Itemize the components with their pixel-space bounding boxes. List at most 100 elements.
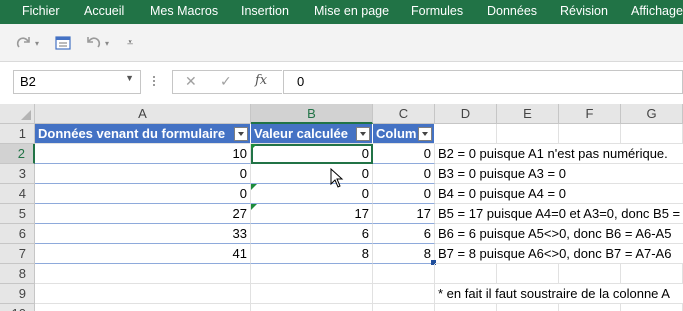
column-header-g[interactable]: G bbox=[621, 104, 683, 124]
column-header-a[interactable]: A bbox=[35, 104, 251, 124]
column-header-c[interactable]: C bbox=[373, 104, 435, 124]
table-header-cell[interactable]: Colum bbox=[373, 124, 435, 144]
grid-cell[interactable]: 41 bbox=[35, 244, 251, 264]
tab-accueil[interactable]: Accueil bbox=[84, 4, 124, 18]
row-header-10[interactable]: 10 bbox=[0, 304, 35, 311]
row-header-7[interactable]: 7 bbox=[0, 244, 35, 264]
grid-cell[interactable]: 0 bbox=[373, 184, 435, 204]
grid-cell[interactable] bbox=[435, 264, 497, 284]
undo-icon[interactable] bbox=[85, 34, 101, 52]
grid-cell[interactable] bbox=[373, 284, 435, 304]
name-box-dropdown-icon[interactable]: ▼ bbox=[125, 73, 134, 83]
error-indicator-icon bbox=[251, 144, 257, 150]
selected-cell[interactable]: 0 bbox=[251, 144, 373, 164]
row-header-2[interactable]: 2 bbox=[0, 144, 35, 164]
undo-dropdown-icon[interactable]: ▾ bbox=[105, 34, 109, 52]
grid-cell[interactable] bbox=[621, 124, 683, 144]
grid-cell[interactable] bbox=[497, 264, 559, 284]
footnote-cell[interactable]: * en fait il faut soustraire de la colon… bbox=[435, 284, 683, 304]
grid-cell[interactable] bbox=[35, 264, 251, 284]
note-cell[interactable]: B3 = 0 puisque A3 = 0 bbox=[435, 164, 683, 184]
grid-cell[interactable] bbox=[559, 304, 621, 311]
column-header-e[interactable]: E bbox=[497, 104, 559, 124]
grid-cell[interactable] bbox=[251, 264, 373, 284]
note-cell[interactable]: B5 = 17 puisque A4=0 et A3=0, donc B5 = … bbox=[435, 204, 683, 224]
formula-bar-splitter[interactable] bbox=[152, 74, 156, 90]
grid-cell[interactable]: 8 bbox=[251, 244, 373, 264]
table-header-label: Valeur calculée bbox=[254, 126, 348, 141]
grid-cell[interactable]: 0 bbox=[373, 144, 435, 164]
tab-formules[interactable]: Formules bbox=[411, 4, 463, 18]
grid-cell[interactable]: 6 bbox=[251, 224, 373, 244]
grid-cell[interactable]: 0 bbox=[251, 184, 373, 204]
table-header-cell[interactable]: Données venant du formulaire bbox=[35, 124, 251, 144]
column-header-b[interactable]: B bbox=[251, 104, 373, 124]
tab-mes-macros[interactable]: Mes Macros bbox=[150, 4, 218, 18]
table-header-cell[interactable]: Valeur calculée bbox=[251, 124, 373, 144]
row-header-4[interactable]: 4 bbox=[0, 184, 35, 204]
quick-access-toolbar: ▾ ▾ ⩡ bbox=[0, 24, 683, 62]
filter-dropdown-icon[interactable] bbox=[356, 127, 370, 141]
grid-cell[interactable]: 0 bbox=[35, 164, 251, 184]
tab-insertion[interactable]: Insertion bbox=[241, 4, 289, 18]
row-header-5[interactable]: 5 bbox=[0, 204, 35, 224]
column-header-f[interactable]: F bbox=[559, 104, 621, 124]
tab-affichage[interactable]: Affichage bbox=[631, 4, 683, 18]
tab-donnees[interactable]: Données bbox=[487, 4, 537, 18]
formula-buttons: ✕ ✓ fx bbox=[172, 70, 282, 94]
note-cell[interactable]: B4 = 0 puisque A4 = 0 bbox=[435, 184, 683, 204]
customize-toolbar-icon[interactable]: ⩡ bbox=[127, 34, 133, 52]
grid-cell[interactable] bbox=[497, 124, 559, 144]
redo-icon[interactable] bbox=[16, 34, 32, 52]
grid-cell[interactable] bbox=[435, 124, 497, 144]
grid-cell[interactable] bbox=[497, 304, 559, 311]
column-header-d[interactable]: D bbox=[435, 104, 497, 124]
note-text: B2 = 0 puisque A1 n'est pas numérique. bbox=[438, 146, 668, 161]
grid-cell[interactable] bbox=[35, 284, 251, 304]
tab-mise-en-page[interactable]: Mise en page bbox=[314, 4, 389, 18]
grid-cell[interactable]: 8 bbox=[373, 244, 436, 265]
filter-dropdown-icon[interactable] bbox=[234, 127, 248, 141]
grid-cell[interactable]: 17 bbox=[251, 204, 373, 224]
enter-icon[interactable]: ✓ bbox=[220, 73, 232, 90]
grid-cell[interactable] bbox=[435, 304, 497, 311]
note-cell[interactable]: B6 = 6 puisque A5<>0, donc B6 = A6-A5 bbox=[435, 224, 683, 244]
select-all-button[interactable] bbox=[0, 104, 35, 124]
grid-cell[interactable]: 17 bbox=[373, 204, 435, 224]
tab-revision[interactable]: Révision bbox=[560, 4, 608, 18]
grid-cell[interactable]: 0 bbox=[373, 164, 435, 184]
grid-cell[interactable]: 33 bbox=[35, 224, 251, 244]
grid-cell[interactable]: 6 bbox=[373, 224, 435, 244]
grid-cell[interactable] bbox=[35, 304, 251, 311]
grid-cell[interactable] bbox=[621, 264, 683, 284]
row-header-3[interactable]: 3 bbox=[0, 164, 35, 184]
row-header-8[interactable]: 8 bbox=[0, 264, 35, 284]
formula-input[interactable]: 0 bbox=[283, 70, 683, 94]
row-header-6[interactable]: 6 bbox=[0, 224, 35, 244]
note-cell[interactable]: B2 = 0 puisque A1 n'est pas numérique. bbox=[435, 144, 683, 164]
grid-cell[interactable]: 0 bbox=[251, 164, 373, 184]
note-cell[interactable]: B7 = 8 puisque A6<>0, donc B7 = A7-A6 bbox=[435, 244, 683, 264]
grid-cell[interactable] bbox=[251, 284, 373, 304]
grid-cell[interactable]: 27 bbox=[35, 204, 251, 224]
filter-dropdown-icon[interactable] bbox=[418, 127, 432, 141]
grid-cell[interactable] bbox=[373, 264, 435, 284]
formula-bar: B2 ▼ ✕ ✓ fx 0 bbox=[0, 62, 683, 104]
grid-cell[interactable]: 0 bbox=[35, 184, 251, 204]
name-box[interactable]: B2 ▼ bbox=[13, 70, 141, 94]
tab-fichier[interactable]: Fichier bbox=[22, 4, 60, 18]
row-header-1[interactable]: 1 bbox=[0, 124, 35, 144]
form-icon[interactable] bbox=[55, 34, 71, 52]
grid-cell[interactable] bbox=[559, 264, 621, 284]
cell-value: 0 bbox=[361, 186, 369, 201]
grid-cell[interactable]: 10 bbox=[35, 144, 251, 164]
grid-cell[interactable] bbox=[559, 124, 621, 144]
grid-cell[interactable] bbox=[621, 304, 683, 311]
row-header-9[interactable]: 9 bbox=[0, 284, 35, 304]
grid-cell[interactable] bbox=[251, 304, 373, 311]
insert-function-icon[interactable]: fx bbox=[255, 73, 267, 88]
grid-cell[interactable] bbox=[373, 304, 435, 311]
cancel-icon[interactable]: ✕ bbox=[185, 73, 197, 90]
redo-dropdown-icon[interactable]: ▾ bbox=[35, 34, 39, 52]
mouse-pointer-icon bbox=[330, 168, 344, 188]
